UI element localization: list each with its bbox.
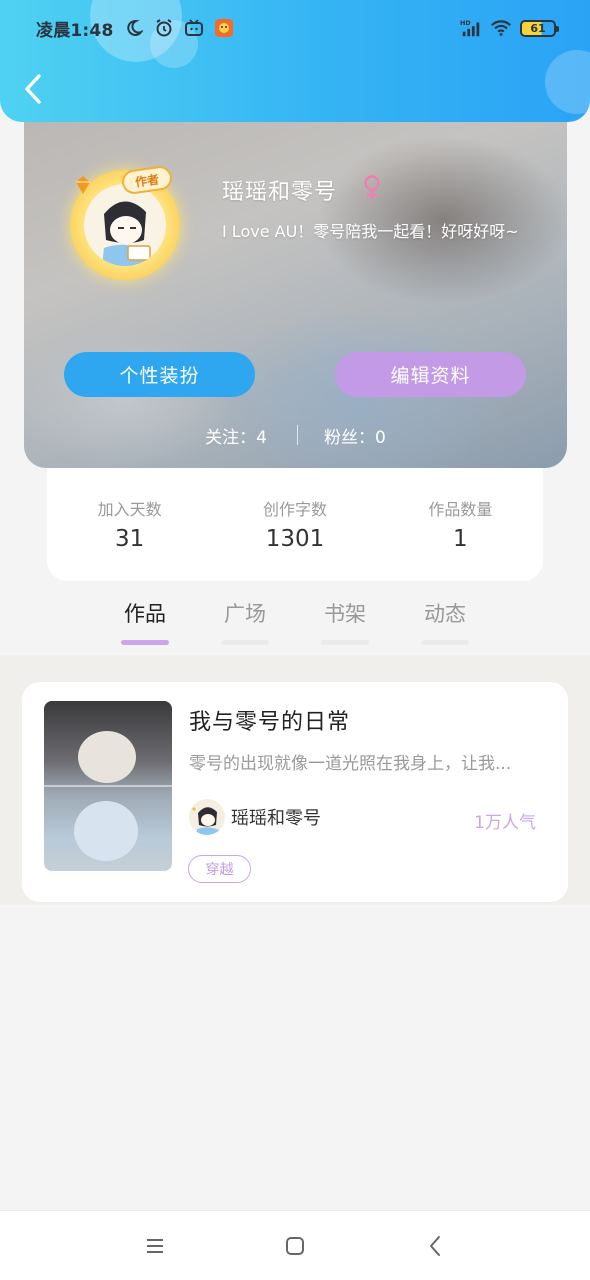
- decor-bubble: [545, 50, 590, 114]
- avatar[interactable]: 作者: [62, 160, 188, 286]
- cover-figure-bottom: [74, 801, 138, 861]
- battery-icon: 61: [520, 19, 559, 37]
- profile-bio: I Love AU！零号陪我一起看！好呀好呀~: [222, 222, 519, 241]
- work-title[interactable]: 我与零号的日常: [189, 704, 350, 736]
- svg-text:HD: HD: [460, 19, 471, 27]
- status-time: 凌晨1:48: [36, 20, 114, 41]
- tab-indicator: [321, 640, 369, 645]
- tab-label: 书架: [324, 602, 366, 626]
- tab-square[interactable]: 广场: [221, 590, 269, 655]
- tab-label: 广场: [224, 602, 266, 626]
- moon-icon: [123, 17, 145, 39]
- stat-label: 创作字数: [262, 500, 327, 519]
- top-header: 凌晨1:48 HD 61: [0, 0, 590, 122]
- tab-indicator: [221, 640, 269, 645]
- system-back-button[interactable]: [415, 1226, 455, 1266]
- wifi-icon: [490, 17, 512, 39]
- tab-indicator: [421, 640, 469, 645]
- app-notification-icon: [213, 17, 235, 39]
- author-avatar: [189, 799, 225, 835]
- menu-icon: [147, 1238, 163, 1253]
- work-card[interactable]: 我与零号的日常 零号的出现就像一道光照在我身上，让我... 瑶瑶和零号 1万人气…: [22, 682, 568, 902]
- stat-value: 31: [115, 526, 145, 552]
- stat-works-count: 作品数量 1: [378, 496, 543, 581]
- stat-value: 1301: [265, 526, 325, 552]
- back-button[interactable]: [18, 70, 48, 108]
- stat-label: 加入天数: [97, 500, 162, 519]
- tab-activity[interactable]: 动态: [421, 590, 469, 655]
- gem-icon: [72, 174, 94, 196]
- tab-label: 动态: [424, 602, 466, 626]
- cover-figure-top: [78, 731, 136, 783]
- genre-tag[interactable]: 穿越: [188, 855, 251, 883]
- author-name: 瑶瑶和零号: [231, 808, 321, 829]
- back-triangle-icon: [430, 1235, 440, 1256]
- stat-join-days: 加入天数 31: [47, 496, 212, 581]
- following-count[interactable]: 关注：4: [205, 423, 267, 448]
- stat-value: 1: [453, 526, 468, 552]
- work-description: 零号的出现就像一道光照在我身上，让我...: [189, 754, 512, 774]
- follow-fans-row: 关注：4 粉丝：0: [24, 420, 567, 450]
- profile-card: 作者 瑶瑶和零号 I Love AU！零号陪我一起看！好呀好呀~ 个性装扮 编辑…: [24, 100, 567, 468]
- work-cover-image[interactable]: [44, 701, 172, 871]
- tab-indicator: [121, 640, 169, 645]
- tv-app-icon: [183, 17, 205, 39]
- personal-dress-button[interactable]: 个性装扮: [64, 352, 255, 397]
- menu-button[interactable]: [135, 1226, 175, 1266]
- tab-bar: 作品 广场 书架 动态: [0, 590, 590, 655]
- home-button[interactable]: [275, 1226, 315, 1266]
- work-author[interactable]: 瑶瑶和零号: [189, 799, 321, 835]
- cover-divider: [44, 785, 172, 787]
- tab-label: 作品: [124, 602, 166, 626]
- tab-works[interactable]: 作品: [121, 590, 169, 655]
- stat-word-count: 创作字数 1301: [212, 496, 377, 581]
- system-nav-bar: [0, 1210, 590, 1280]
- edit-profile-button[interactable]: 编辑资料: [335, 352, 526, 397]
- home-square-icon: [286, 1236, 304, 1255]
- female-icon: [360, 174, 384, 202]
- work-popularity: 1万人气: [474, 813, 536, 833]
- battery-level: 61: [530, 21, 546, 35]
- alarm-icon: [153, 17, 175, 39]
- hd-signal-icon: HD: [460, 17, 482, 39]
- chevron-left-icon: [25, 74, 41, 104]
- avatar-image: [84, 184, 166, 266]
- stat-label: 作品数量: [428, 500, 493, 519]
- tab-bookshelf[interactable]: 书架: [321, 590, 369, 655]
- fans-count[interactable]: 粉丝：0: [324, 423, 386, 448]
- profile-name: 瑶瑶和零号: [222, 180, 338, 205]
- status-bar: 凌晨1:48 HD 61: [0, 0, 590, 56]
- divider: [297, 425, 298, 445]
